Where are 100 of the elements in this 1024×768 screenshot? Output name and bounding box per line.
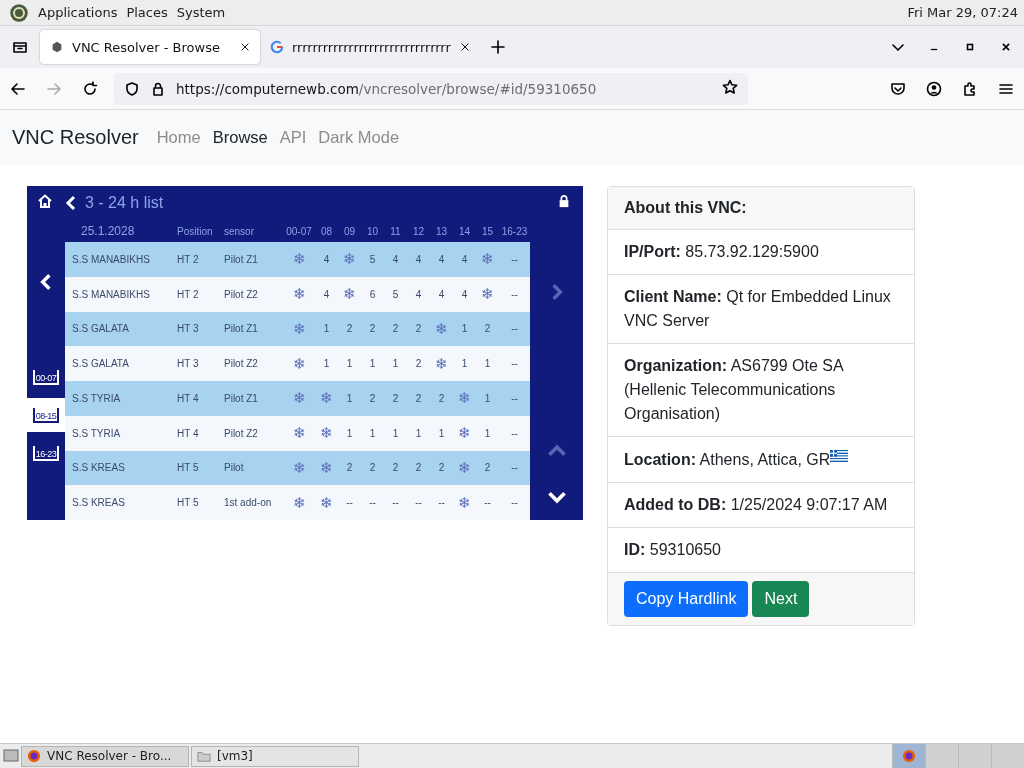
table-cell-text: 2 (483, 462, 492, 474)
table-cell-text: -- (510, 323, 519, 335)
table-cell-text: 2 (414, 392, 423, 404)
table-cell-text: 4 (414, 253, 423, 265)
table-cell-text: ❄ (342, 250, 357, 269)
table-cell-text: 1 (391, 427, 400, 439)
table-cell-text: 4 (322, 288, 331, 300)
table-cell-text: ❄ (291, 285, 307, 304)
taskbar-item[interactable]: VNC Resolver - Bro... (21, 745, 189, 767)
browser-tab[interactable]: VNC Resolver - Browse (40, 30, 260, 64)
table-cell-text: S.S GALATA (71, 323, 130, 335)
table-cell-text: HT 2 (176, 253, 200, 265)
table-cell-text: 2 (391, 392, 400, 404)
url-field[interactable]: https://computernewb.com/vncresolver/browse/#id/59310650 (114, 72, 748, 105)
shift-button[interactable]: 00-07 (27, 360, 65, 394)
table-cell-text: ❄ (457, 424, 472, 443)
shift-button[interactable]: 08-15 (27, 398, 65, 432)
table-cell-text: HT 4 (176, 427, 200, 439)
browser-tab[interactable]: rrrrrrrrrrrrrrrrrrrrrrrrrrrrrrr (260, 30, 480, 64)
tray-slot[interactable] (991, 744, 1024, 768)
new-tab-icon (490, 39, 506, 55)
shift-button[interactable]: 16-23 (27, 436, 65, 470)
site-brand[interactable]: VNC Resolver (12, 126, 139, 149)
table-cell-text: ❄ (457, 389, 472, 408)
pocket-icon (890, 80, 906, 97)
close-icon (1001, 42, 1011, 52)
browser-icon (27, 749, 41, 763)
table-cell-text: 1 (483, 392, 492, 404)
table-cell-text: -- (437, 497, 446, 509)
back-icon (10, 80, 26, 97)
distro-logo-icon (9, 2, 29, 23)
table-cell-text: 6 (368, 288, 377, 300)
table-cell-text: 2 (437, 392, 446, 404)
home-icon (37, 193, 53, 209)
table-cell-text: -- (510, 462, 519, 474)
table-cell-text: 1 (345, 358, 354, 370)
table-cell-text: HT 4 (176, 392, 200, 404)
table-cell-text: 2 (414, 462, 423, 474)
table-cell-text: S.S GALATA (71, 358, 130, 370)
table-cell-text: 2 (391, 462, 400, 474)
table-cell-text: 4 (437, 288, 446, 300)
card-header: About this VNC: (608, 187, 914, 230)
info-field: Location: Athens, Attica, GR (624, 451, 831, 468)
table-cell-text: HT 5 (176, 497, 200, 509)
action-button[interactable]: Copy Hardlink (624, 581, 749, 617)
table-cell-text: ❄ (291, 424, 307, 443)
table-cell-text: 4 (322, 253, 331, 265)
table-cell-text: -- (483, 497, 492, 509)
table-cell-text: HT 3 (176, 358, 200, 370)
table-cell-text: ❄ (434, 354, 449, 373)
browser-tray-icon (902, 749, 916, 763)
show-desktop-icon (3, 746, 19, 763)
column-header: 08 (319, 225, 334, 237)
table-cell-text: ❄ (291, 250, 307, 269)
table-cell-text: 2 (345, 323, 354, 335)
table-cell-text: -- (391, 497, 400, 509)
account-icon (926, 80, 942, 97)
table-cell-text: 1 (483, 427, 492, 439)
column-header: 00-07 (285, 225, 313, 237)
table-cell-text: 2 (414, 358, 423, 370)
table-cell-text: ❄ (291, 493, 307, 512)
table-cell-text: -- (510, 427, 519, 439)
table-cell-text: 4 (391, 253, 400, 265)
table-cell-text: 1 (437, 427, 446, 439)
table-cell-text: 2 (483, 323, 492, 335)
column-header: 09 (342, 225, 357, 237)
table-cell-text: 2 (345, 462, 354, 474)
info-field: ID: 59310650 (624, 541, 721, 558)
table-cell-text: 1 (368, 427, 377, 439)
table-cell-text: 1 (460, 323, 469, 335)
column-header: 12 (411, 225, 426, 237)
table-cell-text: 4 (414, 288, 423, 300)
action-button[interactable]: Next (752, 581, 810, 617)
table-cell-text: 5 (391, 288, 400, 300)
table-cell-text: S.S TYRIA (71, 392, 122, 404)
taskbar-item[interactable]: [vm3] (191, 745, 359, 767)
table-cell-text: 4 (460, 288, 469, 300)
panel-menu[interactable]: Applications (38, 5, 118, 20)
panel-menu[interactable]: Places (126, 5, 168, 20)
table-cell-text: 1 (345, 427, 354, 439)
table-cell-text: S.S KREAS (71, 497, 126, 509)
screen-title: 3 - 24 h list (85, 194, 164, 212)
nav-link[interactable]: Browse (206, 128, 274, 147)
table-cell-text: S.S TYRIA (71, 427, 122, 439)
table-cell-text: Pilot Z2 (223, 288, 259, 300)
table-cell-text: ❄ (291, 319, 307, 338)
shield-icon (124, 80, 140, 97)
table-cell-text: HT 2 (176, 288, 200, 300)
tray-slot[interactable] (958, 744, 991, 768)
table-cell-text: -- (510, 497, 519, 509)
column-header: 13 (434, 225, 449, 237)
maximize-icon (965, 42, 975, 52)
table-cell-text: 1 (345, 392, 354, 404)
panel-menu[interactable]: System (176, 5, 226, 20)
tray-button[interactable] (892, 744, 925, 768)
table-cell-text: S.S MANABIKHS (71, 253, 151, 265)
table-cell-text: 2 (368, 392, 377, 404)
table-cell-text: 2 (368, 462, 377, 474)
table-cell-text: Pilot Z1 (223, 323, 259, 335)
table-cell-text: 2 (368, 323, 377, 335)
